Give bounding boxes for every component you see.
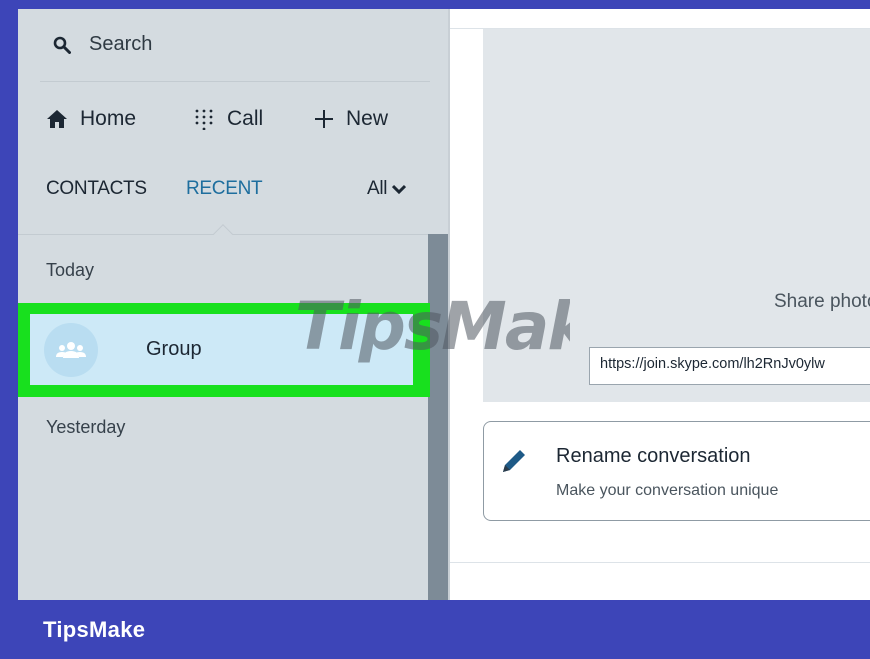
pencil-icon (503, 450, 525, 472)
call-label: Call (227, 107, 264, 130)
new-label: New (346, 107, 389, 130)
section-today: Today (46, 260, 95, 280)
tabs-row: CONTACTS RECENT All (18, 172, 448, 212)
brand-label: TipsMake (43, 617, 146, 642)
dialpad-icon (195, 109, 213, 130)
home-button[interactable]: Home (46, 99, 136, 139)
home-label: Home (80, 107, 137, 130)
section-yesterday: Yesterday (46, 417, 126, 437)
avatar (44, 323, 98, 377)
filter-dropdown[interactable]: All (367, 178, 407, 200)
rename-title: Rename conversation (556, 445, 751, 467)
plus-icon (315, 110, 333, 128)
new-button[interactable]: New (314, 99, 388, 139)
active-tab-indicator (213, 224, 233, 244)
divider (450, 562, 870, 563)
join-link-field[interactable]: https://join.skype.com/lh2RnJv0ylw (589, 347, 870, 385)
share-text: Share photos (774, 291, 870, 312)
search-icon (53, 36, 71, 54)
nav-row: Home Call New (18, 99, 448, 139)
divider (40, 81, 430, 82)
rename-subtitle: Make your conversation unique (556, 482, 779, 499)
chevron-down-icon (392, 184, 407, 194)
filter-label: All (367, 178, 388, 199)
watermark: TipsMake (295, 288, 570, 365)
call-button[interactable]: Call (193, 99, 263, 139)
search-bar[interactable]: Search (18, 9, 448, 81)
group-icon (56, 342, 86, 358)
frame-top-border (0, 0, 870, 9)
rename-conversation-card[interactable]: Rename conversation Make your conversati… (483, 421, 870, 521)
home-icon (47, 110, 67, 128)
search-label: Search (89, 33, 153, 55)
frame-left-border (0, 0, 18, 600)
conversation-name: Group (146, 338, 202, 360)
tab-contacts[interactable]: CONTACTS (46, 178, 147, 200)
tab-recent[interactable]: RECENT (186, 178, 263, 200)
brand-bar: TipsMake (0, 600, 870, 659)
